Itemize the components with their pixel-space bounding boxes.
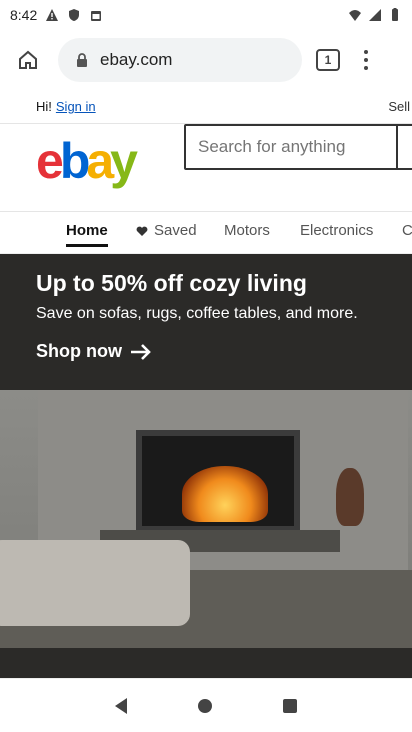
url-bar[interactable]: ebay.com: [58, 38, 302, 82]
ebay-logo[interactable]: ebay: [36, 136, 138, 186]
greeting-text: Hi!: [36, 99, 52, 114]
lock-icon: [77, 53, 87, 67]
shop-now-label: Shop now: [36, 341, 122, 361]
tab-saved[interactable]: Saved: [136, 222, 197, 239]
back-icon[interactable]: [115, 697, 128, 714]
url-text: ebay.com: [100, 50, 173, 69]
search-button[interactable]: [396, 124, 412, 170]
tab-electronics[interactable]: Electronics: [300, 222, 373, 239]
tab-more[interactable]: C: [402, 222, 412, 239]
tab-home[interactable]: Home: [66, 222, 108, 247]
fireplace-image: [136, 430, 300, 532]
search-input[interactable]: [186, 126, 396, 168]
banner-title: Up to 50% off cozy living: [36, 270, 307, 296]
signal-icon: [369, 9, 381, 21]
top-bar: Hi! Sign in Sell: [0, 90, 412, 124]
category-nav: Home Saved Motors Electronics C: [0, 212, 412, 254]
banner-text: Up to 50% off cozy living Save on sofas,…: [36, 270, 358, 362]
warning-icon: [46, 9, 59, 21]
header: ebay: [0, 124, 412, 212]
arrow-right-icon: [130, 343, 151, 360]
search-box[interactable]: [184, 124, 398, 170]
home-circle-icon[interactable]: [197, 698, 212, 713]
tab-saved-label: Saved: [154, 222, 197, 239]
tab-motors[interactable]: Motors: [224, 222, 270, 239]
calendar-icon: [91, 11, 102, 21]
home-button[interactable]: [8, 40, 48, 80]
banner-image: [0, 390, 412, 648]
wifi-icon: [349, 10, 361, 21]
status-bar: 8:42: [0, 0, 412, 30]
overflow-menu-button[interactable]: [354, 40, 378, 80]
home-icon: [19, 50, 37, 69]
banner-subtitle: Save on sofas, rugs, coffee tables, and …: [36, 305, 358, 322]
heart-icon: [136, 226, 148, 236]
shield-icon: [69, 9, 80, 21]
battery-icon: [392, 8, 398, 21]
sign-in-link[interactable]: Sign in: [56, 99, 96, 114]
browser-toolbar: ebay.com 1: [0, 30, 412, 90]
promo-banner[interactable]: Up to 50% off cozy living Save on sofas,…: [0, 254, 412, 678]
recents-icon[interactable]: [282, 698, 297, 713]
tab-count: 1: [324, 53, 332, 67]
sell-link[interactable]: Sell: [388, 99, 410, 114]
web-page: Hi! Sign in Sell ebay Home Saved Motors …: [0, 90, 412, 678]
status-time: 8:42: [10, 7, 38, 23]
system-nav-bar: [0, 678, 412, 732]
shop-now-link[interactable]: Shop now: [36, 341, 358, 362]
tab-switcher-button[interactable]: 1: [316, 49, 340, 71]
